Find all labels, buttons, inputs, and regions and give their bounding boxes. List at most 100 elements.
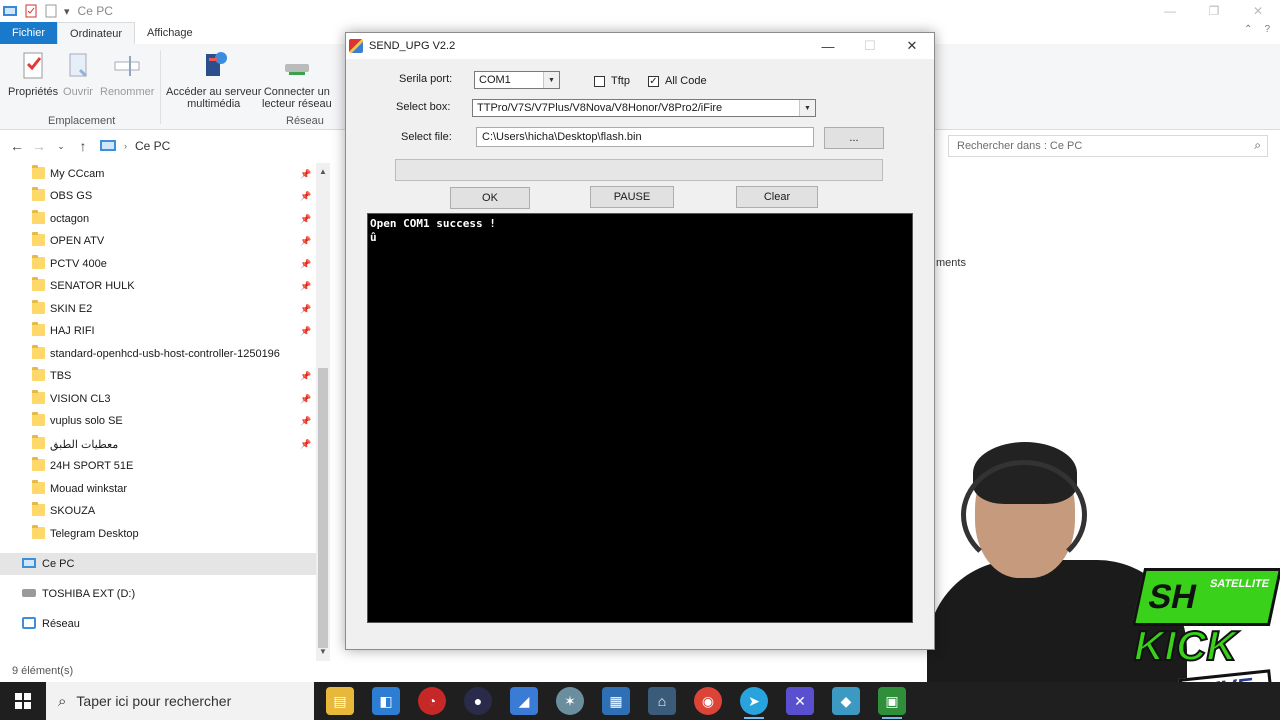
all-code-checkbox-box[interactable]: ✓ bbox=[648, 75, 659, 87]
scroll-up-icon[interactable]: ▲ bbox=[316, 165, 330, 179]
app-taskbar-icon[interactable]: ◢ bbox=[510, 687, 538, 715]
folder-icon bbox=[32, 232, 45, 246]
send-upg-taskbar-icon[interactable]: ▣ bbox=[878, 687, 906, 719]
tab-affichage[interactable]: Affichage bbox=[135, 22, 205, 44]
speedtest-taskbar-icon[interactable]: ◔ bbox=[418, 687, 446, 715]
nav-folder-item[interactable]: SKOUZA bbox=[0, 500, 316, 522]
pin-icon[interactable]: 📌 bbox=[300, 304, 311, 315]
qat-dropdown-icon[interactable]: ▾ bbox=[64, 5, 70, 18]
pin-icon[interactable]: 📌 bbox=[300, 394, 311, 405]
nav-folder-item[interactable]: octagon 📌 bbox=[0, 208, 316, 230]
dish-app-taskbar-icon[interactable]: ✕ bbox=[786, 687, 814, 715]
help-icon[interactable]: ? bbox=[1264, 24, 1270, 35]
telegram-taskbar-icon[interactable]: ➤ bbox=[740, 687, 768, 719]
folder-label: معطيات الطبق bbox=[50, 438, 119, 451]
search-placeholder: Rechercher dans : Ce PC bbox=[957, 140, 1083, 152]
pin-icon[interactable]: 📌 bbox=[300, 236, 311, 247]
store-taskbar-icon[interactable]: ◧ bbox=[372, 687, 400, 715]
pause-button[interactable]: PAUSE bbox=[590, 186, 674, 208]
output-console[interactable]: Open COM1 success ! û bbox=[367, 213, 913, 623]
map-network-drive-button[interactable]: Connecter un lecteur réseau bbox=[262, 50, 332, 110]
pin-icon[interactable]: 📌 bbox=[300, 191, 311, 202]
clear-button[interactable]: Clear bbox=[736, 186, 818, 208]
obs-taskbar-icon[interactable]: ● bbox=[464, 687, 492, 715]
properties-quick-icon[interactable] bbox=[24, 4, 38, 18]
nav-folder-item[interactable]: My CCcam 📌 bbox=[0, 163, 316, 185]
tftp-checkbox[interactable]: Tftp bbox=[594, 75, 630, 87]
pin-icon[interactable]: 📌 bbox=[300, 439, 311, 450]
nav-folder-item[interactable]: 24H SPORT 51E bbox=[0, 455, 316, 477]
rename-button[interactable]: Renommer bbox=[100, 50, 154, 98]
recent-dropdown-icon[interactable]: ⌄ bbox=[50, 141, 72, 152]
open-button[interactable]: Ouvrir bbox=[62, 50, 94, 98]
calculator-taskbar-icon[interactable]: ▦ bbox=[602, 687, 630, 715]
minimize-button[interactable]: — bbox=[1148, 0, 1192, 22]
nav-drive-d[interactable]: TOSHIBA EXT (D:) bbox=[0, 583, 316, 605]
network-app-taskbar-icon[interactable]: ⌂ bbox=[648, 687, 676, 715]
send-upg-dialog: SEND_UPG V2.2 — ☐ ✕ Serila port: COM1 ▼ … bbox=[345, 32, 935, 650]
dialog-minimize-button[interactable]: — bbox=[806, 33, 850, 59]
nav-folder-item[interactable]: TBS 📌 bbox=[0, 365, 316, 387]
scroll-thumb[interactable] bbox=[318, 368, 328, 648]
nav-this-pc[interactable]: Ce PC bbox=[0, 553, 316, 575]
back-arrow-icon[interactable]: ← bbox=[6, 138, 28, 154]
satellite-app-taskbar-icon[interactable]: ✶ bbox=[556, 687, 584, 715]
pin-icon[interactable]: 📌 bbox=[300, 326, 311, 337]
taskbar-search-input[interactable]: ⌕ Taper ici pour rechercher bbox=[46, 682, 314, 720]
nav-folder-item[interactable]: VISION CL3 📌 bbox=[0, 388, 316, 410]
nav-folder-item[interactable]: OBS GS 📌 bbox=[0, 185, 316, 207]
new-folder-quick-icon[interactable] bbox=[44, 4, 58, 18]
ribbon-collapse-icon[interactable]: ⌃ bbox=[1244, 24, 1252, 35]
close-button[interactable]: ✕ bbox=[1236, 0, 1280, 22]
nav-folder-item[interactable]: SENATOR HULK 📌 bbox=[0, 275, 316, 297]
tab-fichier[interactable]: Fichier bbox=[0, 22, 58, 44]
chrome-taskbar-icon[interactable]: ◉ bbox=[694, 687, 722, 715]
address-path[interactable]: › Ce PC bbox=[100, 135, 340, 157]
browse-button[interactable]: ... bbox=[824, 127, 884, 149]
chevron-down-icon[interactable]: ▼ bbox=[543, 72, 559, 88]
nav-folder-item[interactable]: PCTV 400e 📌 bbox=[0, 253, 316, 275]
nav-network[interactable]: Réseau bbox=[0, 613, 316, 635]
nav-folder-item[interactable]: HAJ RIFI 📌 bbox=[0, 320, 316, 342]
nav-folder-item[interactable]: معطيات الطبق 📌 bbox=[0, 433, 316, 455]
scroll-down-icon[interactable]: ▼ bbox=[316, 645, 330, 659]
breadcrumb-arrow-icon: › bbox=[124, 141, 127, 151]
open-icon bbox=[69, 53, 88, 78]
explorer-search-input[interactable]: Rechercher dans : Ce PC ⌕ bbox=[948, 135, 1268, 157]
start-button[interactable] bbox=[0, 682, 46, 720]
pin-icon[interactable]: 📌 bbox=[300, 371, 311, 382]
windows-logo-icon bbox=[15, 693, 31, 709]
media-server-button[interactable]: Accéder au serveur multimédia bbox=[166, 50, 261, 110]
properties-button[interactable]: Propriétés bbox=[8, 50, 58, 98]
nav-folder-item[interactable]: SKIN E2 📌 bbox=[0, 298, 316, 320]
file-explorer-taskbar-icon[interactable]: ▤ bbox=[326, 687, 354, 715]
nav-folder-item[interactable]: standard-openhcd-usb-host-controller-125… bbox=[0, 343, 316, 365]
maximize-button[interactable]: ❐ bbox=[1192, 0, 1236, 22]
dialog-close-button[interactable]: ✕ bbox=[890, 33, 934, 59]
serial-port-select[interactable]: COM1 ▼ bbox=[474, 71, 560, 89]
all-code-checkbox[interactable]: ✓ All Code bbox=[648, 75, 707, 87]
pin-icon[interactable]: 📌 bbox=[300, 259, 311, 270]
logo-satellite: SATELLITE bbox=[1208, 578, 1271, 590]
ribbon-right-controls: ⌃ ? bbox=[1244, 24, 1270, 35]
folder-label: VISION CL3 bbox=[50, 393, 111, 405]
nav-folder-item[interactable]: Mouad winkstar bbox=[0, 478, 316, 500]
tab-ordinateur[interactable]: Ordinateur bbox=[57, 22, 135, 44]
pin-icon[interactable]: 📌 bbox=[300, 214, 311, 225]
nav-scrollbar[interactable]: ▲ ▼ bbox=[316, 163, 330, 661]
nav-folder-item[interactable]: OPEN ATV 📌 bbox=[0, 230, 316, 252]
nav-folder-item[interactable]: vuplus solo SE 📌 bbox=[0, 410, 316, 432]
ok-button[interactable]: OK bbox=[450, 187, 530, 209]
tftp-checkbox-box[interactable] bbox=[594, 75, 605, 87]
serial-port-label: Serila port: bbox=[399, 73, 453, 85]
nav-folder-item[interactable]: Telegram Desktop bbox=[0, 523, 316, 545]
select-file-input[interactable]: C:\Users\hicha\Desktop\flash.bin bbox=[476, 127, 814, 147]
chevron-down-icon[interactable]: ▼ bbox=[799, 100, 815, 116]
tool-taskbar-icon[interactable]: ◆ bbox=[832, 687, 860, 715]
pin-icon[interactable]: 📌 bbox=[300, 416, 311, 427]
up-arrow-icon[interactable]: ↑ bbox=[72, 138, 94, 154]
select-box-select[interactable]: TTPro/V7S/V7Plus/V8Nova/V8Honor/V8Pro2/i… bbox=[472, 99, 816, 117]
pin-icon[interactable]: 📌 bbox=[300, 281, 311, 292]
forward-arrow-icon[interactable]: → bbox=[28, 138, 50, 154]
pin-icon[interactable]: 📌 bbox=[300, 169, 311, 180]
